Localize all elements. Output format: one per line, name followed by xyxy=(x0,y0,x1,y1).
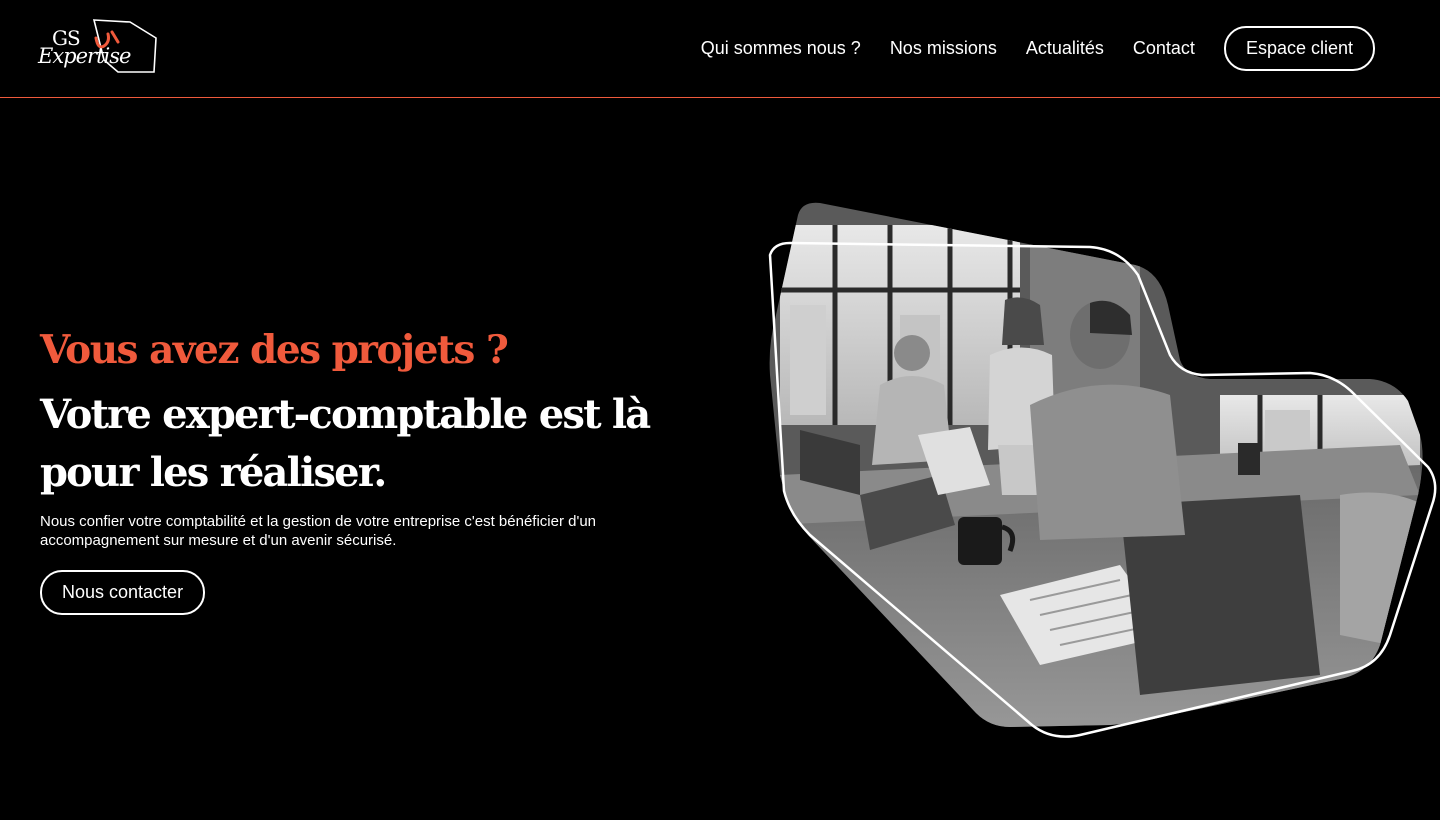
contact-button[interactable]: Nous contacter xyxy=(40,570,206,615)
logo[interactable]: GS Expertise xyxy=(38,16,158,74)
office-meeting-photo-icon xyxy=(768,202,1437,738)
hero-kicker: Vous avez des projets ? xyxy=(40,327,509,373)
nav-link-qui-sommes-nous[interactable]: Qui sommes nous ? xyxy=(701,38,861,59)
hero-section: Vous avez des projets ? Votre expert-com… xyxy=(40,322,740,615)
nav-link-nos-missions[interactable]: Nos missions xyxy=(890,38,997,59)
hero-description: Nous confier votre comptabilité et la ge… xyxy=(40,513,597,549)
espace-client-button[interactable]: Espace client xyxy=(1223,26,1375,71)
logo-text-bottom: Expertise xyxy=(38,44,131,68)
nav-link-contact[interactable]: Contact xyxy=(1133,38,1195,59)
nav-link-actualites[interactable]: Actualités xyxy=(1026,38,1104,59)
hero-image xyxy=(740,195,1440,745)
main-nav: Qui sommes nous ? Nos missions Actualité… xyxy=(701,26,1375,71)
site-header: GS Expertise Qui sommes nous ? Nos missi… xyxy=(0,0,1440,98)
hero-title: Votre expert-comptable est là pour les r… xyxy=(40,391,651,496)
